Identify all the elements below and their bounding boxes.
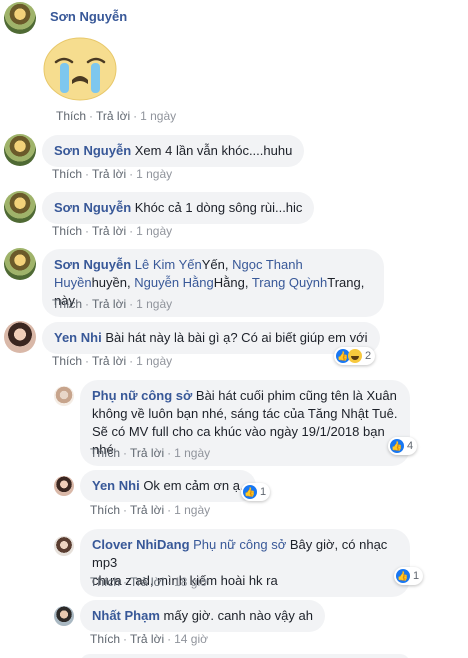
like-link[interactable]: Thích (90, 503, 120, 517)
comment-author[interactable]: Sơn Nguyễn (54, 200, 131, 215)
reply-link[interactable]: Trả lời (130, 503, 164, 517)
like-icon: 👍 (243, 485, 257, 499)
comment-author[interactable]: Sơn Nguyễn (54, 143, 131, 158)
timestamp[interactable]: 18 giờ (174, 575, 208, 589)
reaction-count[interactable]: 👍 4 (388, 437, 418, 455)
comment-text: Xem 4 lần vẫn khóc....huhu (134, 143, 293, 158)
avatar[interactable] (54, 386, 74, 406)
like-link[interactable]: Thích (52, 167, 82, 181)
comment-text: mấy giờ. canh nào vậy ah (163, 608, 313, 623)
timestamp[interactable]: 1 ngày (136, 167, 172, 181)
avatar[interactable] (4, 191, 36, 223)
mention-link[interactable]: Lê Kim Yến (135, 257, 202, 272)
comment-author[interactable]: Yen Nhi (54, 330, 102, 345)
avatar[interactable] (4, 134, 36, 166)
like-link[interactable]: Thích (52, 297, 82, 311)
comment-author[interactable]: Nhất Phạm (92, 608, 160, 623)
mention-link[interactable]: Nguyễn Hằng (134, 275, 214, 290)
like-icon: 👍 (396, 569, 410, 583)
like-link[interactable]: Thích (52, 224, 82, 238)
avatar[interactable] (4, 248, 36, 280)
timestamp[interactable]: 1 ngày (136, 297, 172, 311)
comment-actions: Thích · Trả lời · 1 ngày (52, 224, 173, 238)
comment-text: Ok em cảm ơn ạ. (143, 478, 244, 493)
like-link[interactable]: Thích (52, 354, 82, 368)
avatar[interactable] (54, 476, 74, 496)
comment-text: Khóc cả 1 dòng sông rùi...hic (134, 200, 303, 215)
like-link[interactable]: Thích (90, 575, 120, 589)
crying-sticker (42, 36, 118, 105)
like-icon: 👍 (390, 439, 404, 453)
like-link[interactable]: Thích (90, 632, 120, 646)
comment-actions: Thích · Trả lời · 1 ngày (52, 354, 173, 368)
comment-actions: Thích · Trả lời · 1 ngày (90, 446, 211, 460)
avatar[interactable] (54, 536, 74, 556)
timestamp[interactable]: 1 ngày (140, 109, 176, 123)
timestamp[interactable]: 1 ngày (174, 446, 210, 460)
comment-bubble: Sơn Nguyễn Xem 4 lần vẫn khóc....huhu (42, 135, 305, 167)
comment-bubble: Sơn Nguyễn Khóc cả 1 dòng sông rùi...hic (42, 192, 315, 224)
reply-link[interactable]: Trả lời (130, 446, 164, 460)
mention-link[interactable]: Trang Quỳnh (252, 275, 327, 290)
comment-author[interactable]: Sơn Nguyễn (54, 257, 131, 272)
comment-bubble: Nhất Phạm mấy giờ. canh nào vậy ah (80, 600, 325, 632)
comment-actions: Thích · Trả lời · 1 ngày (52, 297, 173, 311)
timestamp[interactable]: 1 ngày (136, 224, 172, 238)
like-link[interactable]: Thích (90, 446, 120, 460)
reply-link[interactable]: Trả lời (92, 354, 126, 368)
haha-icon (348, 349, 362, 363)
timestamp[interactable]: 1 ngày (136, 354, 172, 368)
comment-actions: Thích · Trả lời · 1 ngày (90, 503, 211, 517)
comment-bubble: Yen Nhi Bài hát này là bài gì ạ? Có ai b… (42, 322, 380, 354)
comment-author[interactable]: Clover NhiDang (92, 537, 190, 552)
reply-link[interactable]: Trả lời (92, 167, 126, 181)
like-link[interactable]: Thích (56, 109, 86, 123)
reaction-count[interactable]: 👍 1 (241, 483, 271, 501)
reply-link[interactable]: Trả lời (96, 109, 130, 123)
comment-actions: Thích · Trả lời · 1 ngày (56, 109, 177, 123)
reply-link[interactable]: Trả lời (130, 575, 164, 589)
mention-link[interactable]: Phụ nữ công sở (193, 537, 286, 552)
timestamp[interactable]: 1 ngày (174, 503, 210, 517)
comment-actions: Thích · Trả lời · 18 giờ (90, 575, 208, 589)
avatar[interactable] (54, 606, 74, 626)
reply-link[interactable]: Trả lời (92, 297, 126, 311)
reaction-count[interactable]: 👍 2 (334, 347, 376, 365)
comment-author[interactable]: Yen Nhi (92, 478, 140, 493)
comment-bubble: Yen Nhi Ok em cảm ơn ạ. (80, 470, 256, 502)
comment-actions: Thích · Trả lời · 14 giờ (90, 632, 208, 646)
next-comment-bubble (80, 654, 410, 658)
timestamp[interactable]: 14 giờ (174, 632, 208, 646)
avatar[interactable] (4, 321, 36, 353)
reaction-count[interactable]: 👍 1 (394, 567, 424, 585)
reply-link[interactable]: Trả lời (130, 632, 164, 646)
comment-actions: Thích · Trả lời · 1 ngày (52, 167, 173, 181)
comment-author[interactable]: Phụ nữ công sở (92, 388, 192, 403)
avatar[interactable] (4, 2, 36, 34)
comment-author[interactable]: Sơn Nguyễn (50, 9, 127, 24)
reply-link[interactable]: Trả lời (92, 224, 126, 238)
comment-text: Bài hát này là bài gì ạ? Có ai biết giúp… (105, 330, 368, 345)
